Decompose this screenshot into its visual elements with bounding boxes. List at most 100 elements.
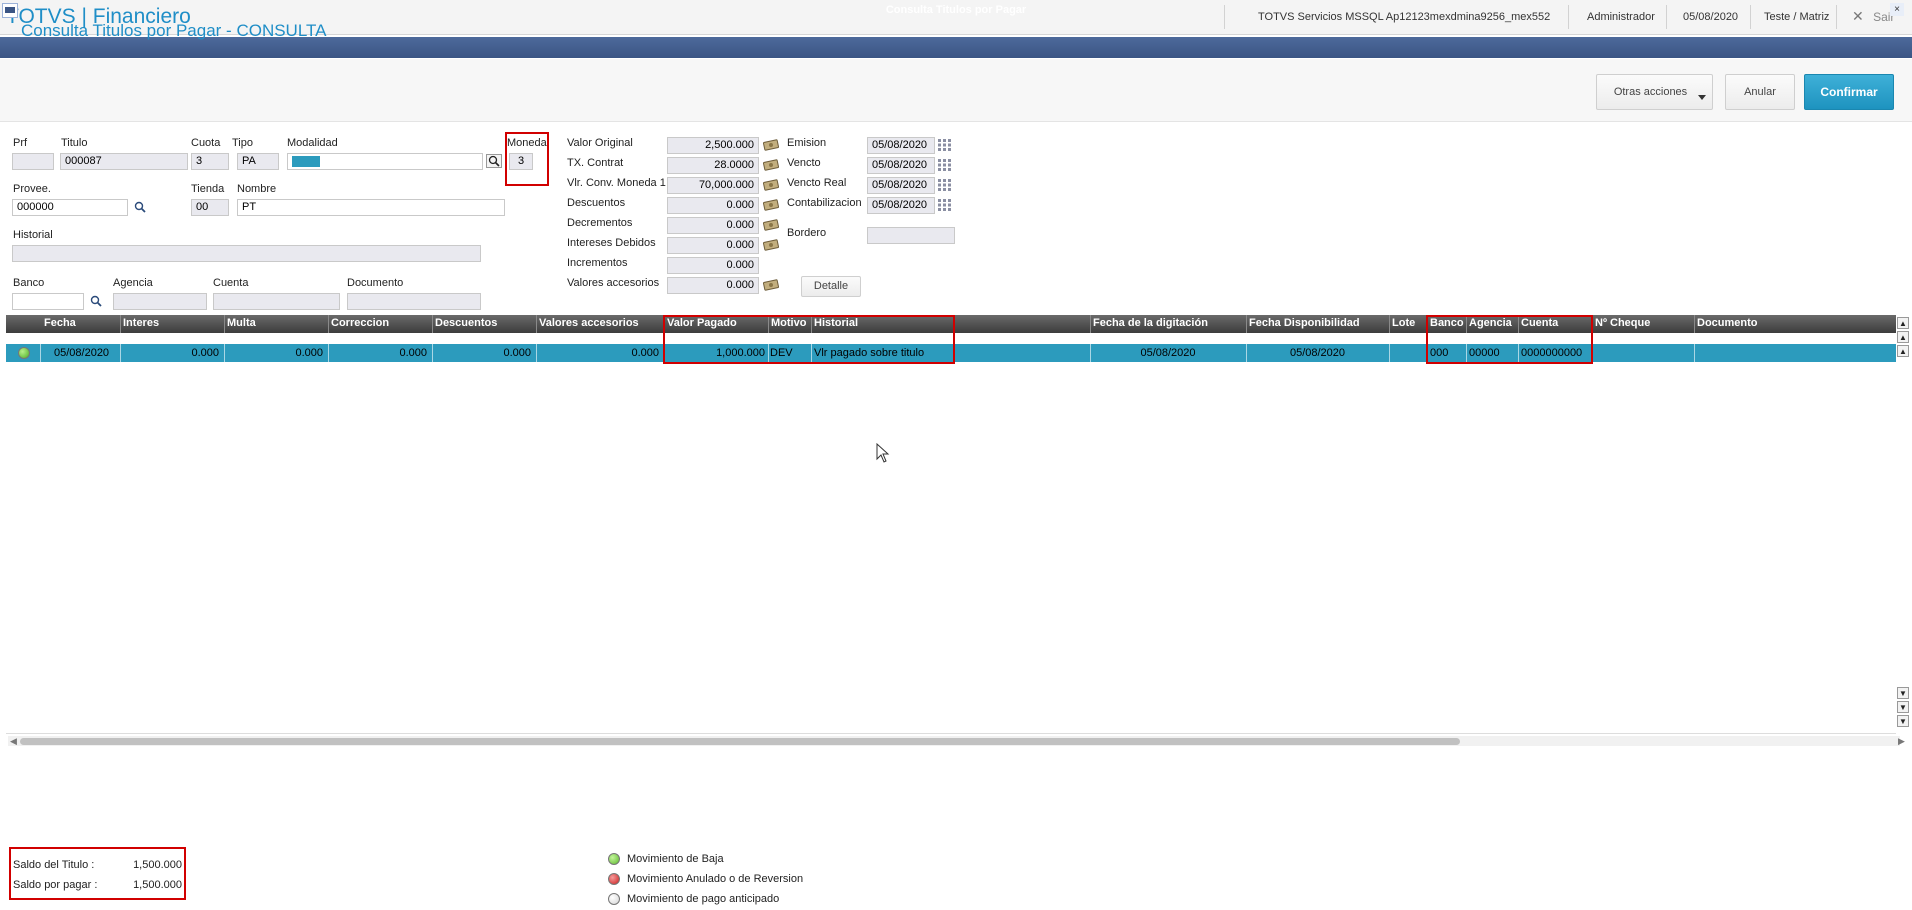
decrementos-field[interactable]: 0.000 [667,217,759,234]
titulo-label: Titulo [61,137,88,149]
scroll-top-button[interactable]: ▲ [1897,317,1909,329]
scroll-right-icon[interactable]: ▶ [1898,736,1905,747]
calendar-icon[interactable] [937,198,953,212]
legend-anulado-label: Movimiento Anulado o de Reversion [627,873,804,885]
valor-original-field[interactable]: 2,500.000 [667,137,759,154]
scroll-bottom-button[interactable]: ▼ [1897,715,1909,727]
cell-correccion: 0.000 [399,347,427,359]
col-multa[interactable]: Multa [227,317,256,329]
col-interes[interactable]: Interes [123,317,159,329]
tipo-field[interactable]: PA [237,153,279,170]
saldo-pagar-label: Saldo por pagar : [13,879,98,891]
vencto-real-field[interactable]: 05/08/2020 [867,177,935,194]
vencto-field[interactable]: 05/08/2020 [867,157,935,174]
valores-accesorios-field[interactable]: 0.000 [667,277,759,294]
calendar-icon[interactable] [937,178,953,192]
descuentos-field[interactable]: 0.000 [667,197,759,214]
documento-label: Documento [347,277,404,289]
money-icon[interactable] [763,218,779,232]
detalle-button[interactable]: Detalle [801,276,861,297]
scroll-page-down-button[interactable]: ▼ [1897,701,1909,713]
saldo-titulo-value: 1,500.000 [133,859,182,871]
historial-label: Historial [13,229,53,241]
agencia-label: Agencia [113,277,153,289]
contabilizacion-field[interactable]: 05/08/2020 [867,197,935,214]
search-icon[interactable] [132,200,148,214]
cancel-button[interactable]: Anular [1725,74,1795,110]
money-icon[interactable] [763,138,779,152]
contabilizacion-label: Contabilizacion [787,197,862,209]
other-actions-label: Otras acciones [1613,86,1688,98]
moneda-label: Moneda [507,137,547,149]
movements-grid [6,333,1896,734]
col-correccion[interactable]: Correccion [331,317,389,329]
other-actions-button[interactable]: Otras acciones [1596,74,1713,110]
moneda-field[interactable]: 3 [509,153,533,170]
calendar-icon[interactable] [937,158,953,172]
intereses-label: Intereses Debidos [567,237,656,249]
status-red-icon [608,873,620,885]
bordero-field[interactable] [867,227,955,244]
status-white-icon [608,893,620,905]
search-icon[interactable] [88,294,104,308]
col-numero-cheque[interactable]: Nº Cheque [1595,317,1650,329]
cuota-field[interactable]: 3 [191,153,229,170]
saldo-highlight [9,847,186,900]
cuenta-field[interactable] [213,293,340,310]
tx-contrat-field[interactable]: 28.0000 [667,157,759,174]
emision-field[interactable]: 05/08/2020 [867,137,935,154]
valores-accesorios-label: Valores accesorios [567,277,660,289]
incrementos-field[interactable]: 0.000 [667,257,759,274]
intereses-field[interactable]: 0.000 [667,237,759,254]
calendar-icon[interactable] [937,138,953,152]
provee-label: Provee. [13,183,51,195]
modalidad-field[interactable] [287,153,483,170]
nombre-field[interactable]: PT [237,199,505,216]
col-fecha[interactable]: Fecha [44,317,76,329]
banco-cuenta-highlight [1426,315,1593,364]
mouse-cursor-icon [876,443,890,463]
col-documento[interactable]: Documento [1697,317,1758,329]
bordero-label: Bordero [787,227,827,239]
vencto-label: Vencto [787,157,821,169]
money-icon[interactable] [763,278,779,292]
money-icon[interactable] [763,238,779,252]
historial-field[interactable] [12,245,481,262]
col-fecha-digitacion[interactable]: Fecha de la digitación [1093,317,1208,329]
saldo-pagar-value: 1,500.000 [133,879,182,891]
prf-field[interactable] [12,153,54,170]
legend-anticipado-label: Movimiento de pago anticipado [627,893,780,905]
tienda-field[interactable]: 00 [191,199,229,216]
horizontal-scroll-thumb[interactable] [20,738,1460,745]
agencia-field[interactable] [113,293,207,310]
scroll-down-button[interactable]: ▼ [1897,687,1909,699]
col-lote[interactable]: Lote [1392,317,1415,329]
window-close-button[interactable]: × [1890,3,1904,16]
cell-fecha: 05/08/2020 [54,347,110,359]
provee-field[interactable]: 000000 [12,199,128,216]
money-icon[interactable] [763,158,779,172]
documento-field[interactable] [347,293,481,310]
valor-pagado-highlight [663,315,955,364]
col-descuentos[interactable]: Descuentos [435,317,497,329]
titulo-field[interactable]: 000087 [60,153,188,170]
search-icon[interactable] [486,154,502,168]
banco-field[interactable] [12,293,84,310]
vlr-conv-label: Vlr. Conv. Moneda 1 [567,177,666,189]
window-title: Consulta Titulos por Pagar [885,4,1027,16]
scroll-up-button[interactable]: ▲ [1897,345,1909,357]
vencto-real-label: Vencto Real [787,177,847,189]
vlr-conv-field[interactable]: 70,000.000 [667,177,759,194]
prf-label: Prf [13,137,28,149]
confirm-button[interactable]: Confirmar [1804,74,1894,110]
scroll-page-up-button[interactable]: ▲ [1897,331,1909,343]
cell-valores-accesorios: 0.000 [631,347,659,359]
descuentos-label: Descuentos [567,197,626,209]
decrementos-label: Decrementos [567,217,633,229]
col-fecha-disponibilidad[interactable]: Fecha Disponibilidad [1249,317,1360,329]
cell-fecha-disponibilidad: 05/08/2020 [1289,347,1346,359]
money-icon[interactable] [763,198,779,212]
scroll-left-icon[interactable]: ◀ [10,736,17,747]
col-valores-accesorios[interactable]: Valores accesorios [539,317,639,329]
money-icon[interactable] [763,178,779,192]
